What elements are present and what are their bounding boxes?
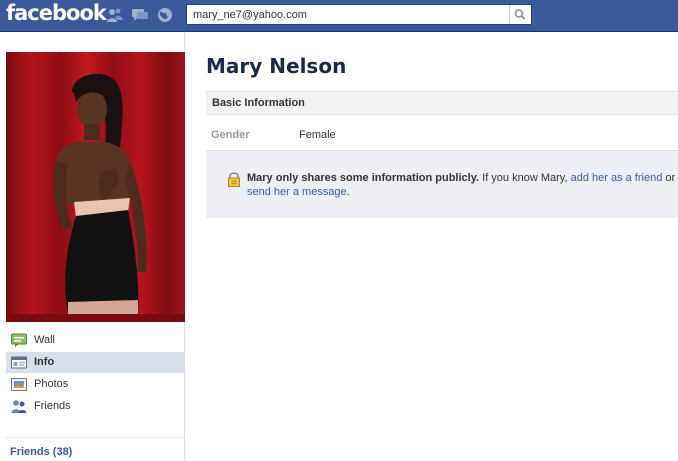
add-friend-link[interactable]: add her as a friend	[571, 172, 663, 184]
top-bar: facebook	[0, 0, 678, 32]
privacy-notice-text-3: .	[346, 186, 350, 198]
sidebar-nav: Wall Info Photos Friends	[6, 330, 185, 418]
sidebar-item-info[interactable]: Info	[6, 352, 185, 373]
facebook-logo[interactable]: facebook	[6, 1, 107, 25]
messages-icon[interactable]	[131, 7, 149, 23]
left-column: Wall Info Photos Friends Friends (38)	[0, 32, 185, 461]
friends-count-link[interactable]: Friends (38)	[10, 446, 72, 458]
privacy-notice: Mary only shares some information public…	[206, 150, 678, 218]
send-message-link[interactable]: send her a message	[247, 186, 347, 198]
sidebar-item-label: Friends	[34, 400, 71, 412]
friends-icon	[11, 400, 27, 413]
sidebar-item-wall[interactable]: Wall	[6, 330, 185, 351]
lock-icon	[228, 172, 240, 187]
search-icon	[514, 9, 526, 20]
gender-value: Female	[299, 129, 336, 141]
notifications-globe-icon[interactable]	[156, 7, 174, 23]
profile-name[interactable]: Mary Nelson	[206, 54, 346, 78]
sidebar-item-label: Info	[34, 356, 55, 368]
privacy-notice-text-1: If you know Mary,	[479, 172, 571, 184]
basic-info-header: Basic Information	[206, 91, 678, 115]
sidebar-item-label: Wall	[34, 334, 55, 346]
wall-icon	[11, 333, 27, 347]
privacy-notice-text-2: or	[662, 172, 676, 184]
divider	[6, 437, 185, 438]
sidebar-item-friends[interactable]: Friends	[6, 396, 185, 417]
privacy-notice-bold: Mary only shares some information public…	[247, 172, 480, 184]
search-input[interactable]	[187, 5, 507, 24]
gender-label: Gender	[211, 129, 250, 141]
sidebar-item-label: Photos	[34, 378, 69, 390]
search-button[interactable]	[509, 5, 531, 24]
search-box	[186, 4, 532, 25]
info-icon	[11, 356, 27, 369]
section-title: Basic Information	[212, 97, 305, 109]
main-content: Mary Nelson Basic Information Gender Fem…	[206, 32, 678, 461]
friend-requests-icon[interactable]	[106, 7, 124, 23]
sidebar-item-photos[interactable]: Photos	[6, 374, 185, 395]
photos-icon	[11, 378, 27, 391]
profile-picture[interactable]	[6, 52, 185, 322]
privacy-notice-text: Mary only shares some information public…	[247, 171, 677, 199]
